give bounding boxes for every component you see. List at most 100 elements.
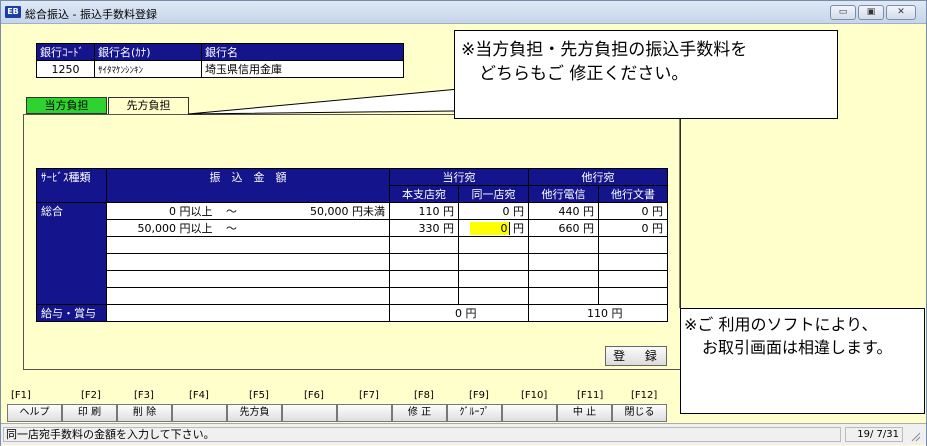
salary-same-bank-fee[interactable]: 0 円 <box>389 304 529 322</box>
empty-cell[interactable] <box>106 236 390 254</box>
fee-other-tel[interactable]: 660 円 <box>528 219 599 237</box>
table-row <box>37 253 668 271</box>
f4-button[interactable] <box>172 404 227 422</box>
maximize-button[interactable]: ▣ <box>858 5 884 20</box>
fkey-label: [F8] <box>414 390 434 401</box>
main-branch-header: 本支店宛 <box>389 185 459 203</box>
amount-to[interactable]: 50,000 円未満 <box>246 202 390 220</box>
fkey-label: [F3] <box>134 390 154 401</box>
same-branch-unit: 円 <box>513 222 524 235</box>
amount-header: 振 込 金 額 <box>106 168 390 203</box>
empty-cell[interactable] <box>528 287 599 305</box>
table-row <box>37 287 668 305</box>
fee-other-tel[interactable]: 440 円 <box>528 202 599 220</box>
callout-bottom-line2: お取引画面は相違します。 <box>702 338 893 357</box>
empty-cell[interactable] <box>528 236 599 254</box>
fee-main-branch[interactable]: 330 円 <box>389 219 459 237</box>
fee-same-branch-active[interactable]: 0 円 <box>458 219 529 237</box>
empty-cell[interactable] <box>458 287 529 305</box>
fee-table: ｻｰﾋﾞｽ種類 振 込 金 額 当行宛 他行宛 本支店宛 同一店宛 他行電信 他… <box>36 168 668 322</box>
amount-tilde: ～ <box>216 202 247 220</box>
empty-cell[interactable] <box>389 236 459 254</box>
amount-to[interactable] <box>246 219 390 237</box>
bank-name-header: 銀行名 <box>201 43 404 61</box>
register-button[interactable]: 登 録 <box>605 346 667 366</box>
fkey-label: [F6] <box>304 390 324 401</box>
bank-kana-header: 銀行名(ｶﾅ) <box>94 43 202 61</box>
empty-cell[interactable] <box>458 236 529 254</box>
bank-name-value: 埼玉県信用金庫 <box>201 60 404 78</box>
f6-button[interactable] <box>282 404 337 422</box>
empty-cell[interactable] <box>106 287 390 305</box>
fkey-label: [F12] <box>631 390 658 401</box>
category-general: 総合 <box>36 202 107 305</box>
other-bank-header: 他行宛 <box>528 168 668 186</box>
minimize-button[interactable]: ▭ <box>830 5 856 20</box>
table-row: 総合 0 円以上 ～ 50,000 円未満 110 円 0 円 440 円 0 … <box>36 202 668 305</box>
same-branch-input[interactable]: 0 <box>469 222 510 235</box>
status-bar: 同一店宛手数料の金額を入力して下さい。 19/ 7/31 <box>1 423 926 445</box>
empty-cell[interactable] <box>389 253 459 271</box>
table-row <box>37 270 668 288</box>
fkey-label: [F10] <box>521 390 548 401</box>
f5-payee-burden-button[interactable]: 先方負 <box>227 404 282 422</box>
fkey-label: [F1] <box>11 390 31 401</box>
f12-close-button[interactable]: 閉じる <box>612 404 667 422</box>
table-row <box>37 236 668 254</box>
amount-from[interactable]: 50,000 円以上 <box>106 219 217 237</box>
empty-cell[interactable] <box>458 253 529 271</box>
empty-cell[interactable] <box>528 253 599 271</box>
fee-same-branch[interactable]: 0 円 <box>458 202 529 220</box>
same-branch-header: 同一店宛 <box>458 185 529 203</box>
close-button[interactable]: ✕ <box>886 5 916 20</box>
f7-button[interactable] <box>337 404 392 422</box>
f9-group-button[interactable]: ｸﾞﾙｰﾌﾟ <box>447 404 502 422</box>
fkey-label: [F2] <box>81 390 101 401</box>
empty-cell[interactable] <box>528 270 599 288</box>
salary-other-bank-fee[interactable]: 110 円 <box>528 304 668 322</box>
table-row: 給与・賞与 0 円 110 円 <box>36 304 668 322</box>
f10-button[interactable] <box>502 404 557 422</box>
empty-cell[interactable] <box>389 270 459 288</box>
empty-cell[interactable] <box>106 270 390 288</box>
empty-cell[interactable] <box>598 287 668 305</box>
service-type-header: ｻｰﾋﾞｽ種類 <box>36 168 107 203</box>
table-row: 50,000 円以上 ～ 330 円 0 円 660 円 0 円 <box>37 219 668 237</box>
app-icon: EB <box>5 6 21 18</box>
callout-bottom-line1: ※ご 利用のソフトにより、 <box>684 315 878 334</box>
fee-other-doc[interactable]: 0 円 <box>598 219 668 237</box>
resize-grip-icon[interactable] <box>909 430 921 442</box>
other-tel-header: 他行電信 <box>528 185 599 203</box>
fee-main-branch[interactable]: 110 円 <box>389 202 459 220</box>
bank-info-table: 銀行ｺｰﾄﾞ 銀行名(ｶﾅ) 銀行名 1250 ｻｲﾀﾏｹﾝｼﾝｷﾝ 埼玉県信用… <box>36 43 404 78</box>
f1-help-button[interactable]: ヘルプ <box>7 404 62 422</box>
title-bar: EB 総合振込 - 振込手数料登録 ▭ ▣ ✕ <box>1 1 926 24</box>
bank-kana-value: ｻｲﾀﾏｹﾝｼﾝｷﾝ <box>94 60 202 78</box>
empty-cell[interactable] <box>389 287 459 305</box>
callout-top-line1: ※当方負担・先方負担の振込手数料を <box>461 40 748 60</box>
window-title: 総合振込 - 振込手数料登録 <box>25 8 157 21</box>
callout-top-line2: どちらもご 修正ください。 <box>479 64 689 84</box>
fee-other-doc[interactable]: 0 円 <box>598 202 668 220</box>
bank-code-value: 1250 <box>36 60 95 78</box>
empty-cell[interactable] <box>598 236 668 254</box>
fkey-label: [F11] <box>577 390 604 401</box>
tab-our-burden[interactable]: 当方負担 <box>26 97 107 114</box>
fkey-label: [F9] <box>469 390 489 401</box>
tab-payee-burden[interactable]: 先方負担 <box>108 97 189 114</box>
f3-delete-button[interactable]: 削 除 <box>117 404 172 422</box>
empty-cell[interactable] <box>598 253 668 271</box>
f8-edit-button[interactable]: 修 正 <box>392 404 447 422</box>
fkey-label: [F7] <box>359 390 379 401</box>
empty-cell[interactable] <box>458 270 529 288</box>
function-key-labels: [F1] [F2] [F3] [F4] [F5] [F6] [F7] [F8] … <box>7 390 669 404</box>
f2-print-button[interactable]: 印 刷 <box>62 404 117 422</box>
fkey-label: [F4] <box>189 390 209 401</box>
category-salary: 給与・賞与 <box>36 304 107 322</box>
amount-from[interactable]: 0 円以上 <box>106 202 217 220</box>
empty-cell[interactable] <box>598 270 668 288</box>
status-date: 19/ 7/31 <box>845 427 903 442</box>
f11-cancel-button[interactable]: 中 止 <box>557 404 612 422</box>
bank-code-header: 銀行ｺｰﾄﾞ <box>36 43 95 61</box>
empty-cell[interactable] <box>106 253 390 271</box>
